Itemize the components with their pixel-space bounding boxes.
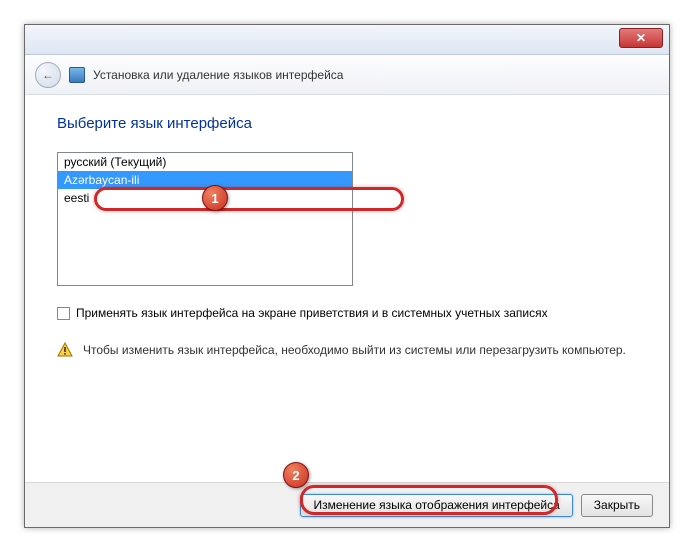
footer-bar: Изменение языка отображения интерфейса З… — [25, 482, 669, 527]
header-bar: ← Установка или удаление языков интерфей… — [25, 55, 669, 95]
back-arrow-icon: ← — [42, 68, 54, 82]
page-heading: Выберите язык интерфейса — [57, 115, 637, 132]
apply-welcome-label: Применять язык интерфейса на экране прив… — [76, 306, 548, 320]
close-icon: ✕ — [636, 31, 646, 45]
language-icon — [69, 67, 85, 83]
close-button-label: Закрыть — [594, 498, 640, 512]
change-language-button[interactable]: Изменение языка отображения интерфейса — [300, 494, 572, 517]
apply-welcome-checkbox-row: Применять язык интерфейса на экране прив… — [57, 306, 637, 320]
content-area: Выберите язык интерфейса русский (Текущи… — [25, 95, 669, 378]
warning-row: Чтобы изменить язык интерфейса, необходи… — [57, 342, 637, 358]
back-button[interactable]: ← — [35, 62, 61, 88]
language-item-estonian[interactable]: eesti — [58, 189, 352, 207]
header-title: Установка или удаление языков интерфейса — [93, 68, 343, 82]
language-listbox[interactable]: русский (Текущий) Azərbaycan-ili eesti — [57, 152, 353, 286]
close-button[interactable]: Закрыть — [581, 494, 653, 517]
language-item-russian[interactable]: русский (Текущий) — [58, 153, 352, 171]
change-language-button-label: Изменение языка отображения интерфейса — [313, 498, 559, 512]
apply-welcome-checkbox[interactable] — [57, 307, 70, 320]
titlebar: ✕ — [25, 25, 669, 55]
warning-icon — [57, 342, 73, 358]
warning-text: Чтобы изменить язык интерфейса, необходи… — [83, 342, 626, 358]
dialog-window: ✕ ← Установка или удаление языков интерф… — [24, 24, 670, 528]
language-item-azerbaijani[interactable]: Azərbaycan-ili — [58, 171, 352, 189]
close-window-button[interactable]: ✕ — [619, 28, 663, 48]
